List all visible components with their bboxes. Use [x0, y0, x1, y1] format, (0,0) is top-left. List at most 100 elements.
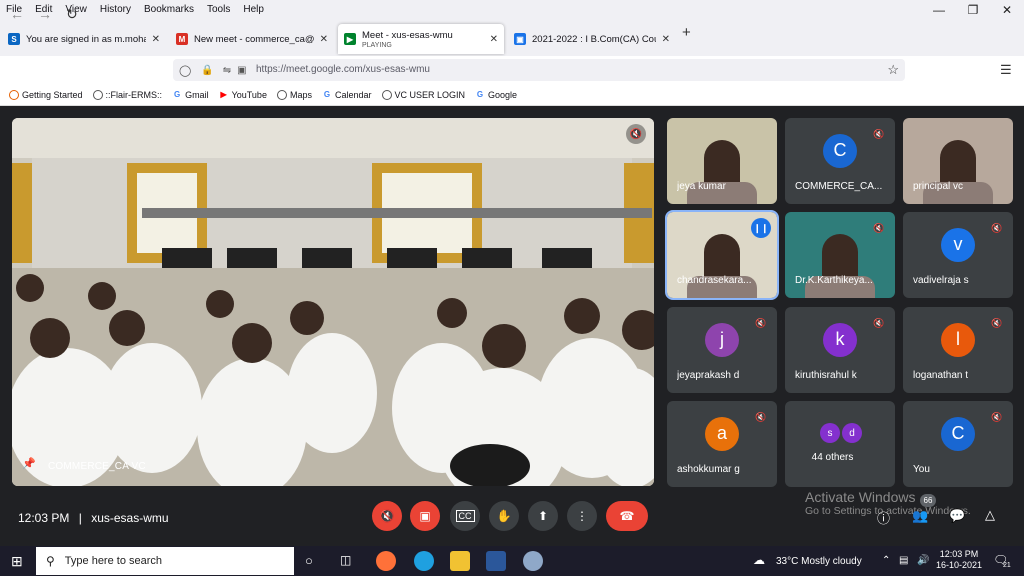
- participant-tile[interactable]: principal vc: [903, 118, 1013, 204]
- participant-tile[interactable]: l 🔇 loganathan t: [903, 307, 1013, 393]
- tab-signed-in[interactable]: S You are signed in as m.mohan ✕: [2, 24, 166, 54]
- forward-icon[interactable]: →: [38, 6, 52, 22]
- new-tab-icon[interactable]: +: [682, 24, 691, 41]
- mic-off-icon: 🔇: [379, 509, 395, 523]
- participant-tile[interactable]: jeya kumar: [667, 118, 777, 204]
- participant-tile[interactable]: a 🔇 ashokkumar g: [667, 401, 777, 487]
- tab-close-icon[interactable]: ✕: [662, 34, 670, 45]
- bookmark-favicon-icon: G: [323, 90, 331, 99]
- meeting-time: 12:03 PM: [18, 511, 70, 525]
- bookmark-label: Getting Started: [22, 89, 83, 100]
- bookmark-star-icon[interactable]: ☆: [887, 62, 899, 78]
- paint-icon[interactable]: [523, 551, 543, 571]
- tab-close-icon[interactable]: ✕: [490, 34, 498, 45]
- restore-icon[interactable]: ❐: [956, 0, 990, 20]
- firefox-icon[interactable]: [376, 551, 396, 571]
- captions-button[interactable]: CC: [450, 501, 480, 531]
- participant-tile[interactable]: 🔇 Dr.K.Karthikeya...: [785, 212, 895, 298]
- participant-tile[interactable]: v 🔇 vadivelraja s: [903, 212, 1013, 298]
- bookmark-gmail[interactable]: G Gmail: [172, 90, 209, 100]
- clock[interactable]: 12:03 PM 16-10-2021: [936, 549, 982, 571]
- mic-off-icon: 🔇: [873, 222, 885, 233]
- participant-tile[interactable]: k 🔇 kiruthisrahul k: [785, 307, 895, 393]
- bookmarks-bar: Getting Started::Flair-ERMS:: G Gmail ▶ YouT…: [0, 84, 1024, 106]
- minimize-icon[interactable]: —: [922, 0, 956, 20]
- bookmark-favicon-icon: [381, 89, 392, 100]
- people-icon[interactable]: 👥: [912, 508, 928, 524]
- tab-new-meet[interactable]: M New meet - commerce_ca@viv ✕: [170, 24, 334, 54]
- participant-name: 44 others: [811, 452, 854, 463]
- menu-help[interactable]: Help: [243, 4, 264, 15]
- menu-tools[interactable]: Tools: [207, 4, 230, 15]
- menu-bar: File Edit View History Bookmarks Tools Help: [0, 0, 1024, 18]
- leave-call-button[interactable]: ☎: [606, 501, 648, 531]
- participant-tile[interactable]: ❙❙ chandrasekara...: [665, 210, 779, 300]
- meet-icon: ▶: [344, 33, 356, 45]
- present-button[interactable]: ⬆: [528, 501, 558, 531]
- menu-bookmarks[interactable]: Bookmarks: [144, 4, 194, 15]
- bookmark-vc-user-login[interactable]: VC USER LOGIN: [381, 89, 465, 100]
- participant-tile[interactable]: C 🔇 You: [903, 401, 1013, 487]
- activities-icon[interactable]: △: [985, 507, 995, 523]
- participant-name: vadivelraja s: [913, 275, 969, 286]
- task-view-icon[interactable]: ◫: [340, 553, 351, 567]
- url-text: https://meet.google.com/xus-esas-wmu: [256, 64, 430, 75]
- menu-history[interactable]: History: [100, 4, 131, 15]
- mic-toggle-button[interactable]: 🔇: [372, 501, 402, 531]
- windows-start-icon[interactable]: ⊞: [11, 553, 23, 570]
- main-video-tile[interactable]: 🔇 📌 COMMERCE_CA VC: [12, 118, 654, 486]
- tab-close-icon[interactable]: ✕: [152, 34, 160, 45]
- participant-tile[interactable]: s d 44 others: [785, 401, 895, 487]
- raise-hand-button[interactable]: ✋: [489, 501, 519, 531]
- taskbar-search[interactable]: ⚲ Type here to search: [36, 547, 294, 575]
- menu-hamburger-icon[interactable]: ☰: [1000, 62, 1012, 78]
- bookmark-getting-started[interactable]: Getting Started: [9, 89, 83, 100]
- reload-icon[interactable]: ↻: [66, 6, 78, 23]
- participant-name: ashokkumar g: [677, 464, 740, 475]
- meeting-details-icon[interactable]: ⓘ: [877, 508, 890, 527]
- bookmark-youtube[interactable]: ▶ YouTube: [219, 90, 267, 100]
- shield-icon: ◯: [179, 64, 192, 77]
- word-icon[interactable]: [486, 551, 506, 571]
- bookmark-label: Google: [488, 89, 518, 100]
- clock-time: 12:03 PM: [939, 549, 979, 559]
- bookmark-flair-erms[interactable]: ::Flair-ERMS::: [92, 89, 162, 100]
- participant-name: chandrasekara...: [677, 275, 752, 286]
- camera-permission-icon[interactable]: ▣: [237, 65, 246, 76]
- pin-icon[interactable]: 📌: [22, 457, 36, 470]
- participant-tile[interactable]: C 🔇 COMMERCE_CA...: [785, 118, 895, 204]
- meeting-separator: |: [78, 511, 82, 525]
- close-icon[interactable]: ✕: [990, 0, 1024, 20]
- bookmark-maps[interactable]: Maps: [276, 89, 312, 100]
- edge-icon[interactable]: [414, 551, 434, 571]
- camera-off-icon: ▣: [419, 509, 431, 523]
- tab-label: New meet - commerce_ca@viv: [194, 33, 314, 45]
- tab-label-group: Meet - xus-esas-wmu PLAYING: [362, 30, 484, 49]
- hand-icon: ✋: [496, 509, 512, 523]
- file-explorer-icon[interactable]: [450, 551, 470, 571]
- bookmark-google[interactable]: G Google: [475, 90, 517, 100]
- camera-toggle-button[interactable]: ▣: [410, 501, 440, 531]
- tab-close-icon[interactable]: ✕: [320, 34, 328, 45]
- participant-tile[interactable]: j 🔇 jeyaprakash d: [667, 307, 777, 393]
- mic-off-icon: 🔇: [991, 317, 1003, 328]
- chat-icon[interactable]: 💬: [949, 508, 965, 524]
- weather-text[interactable]: 33°C Mostly cloudy: [776, 556, 862, 567]
- tab-label: Meet - xus-esas-wmu: [362, 29, 453, 41]
- bookmark-favicon-icon: G: [476, 90, 484, 99]
- show-hidden-icons-icon[interactable]: ⌃: [882, 555, 890, 566]
- participant-avatar: C: [941, 416, 975, 451]
- mic-off-icon: 🔇: [626, 124, 646, 144]
- captions-icon: CC: [455, 510, 475, 522]
- cortana-icon[interactable]: ○: [305, 553, 313, 568]
- volume-icon[interactable]: 🔊: [917, 555, 929, 566]
- bookmark-calendar[interactable]: G Calendar: [322, 90, 372, 100]
- others-avatar: s: [820, 423, 840, 443]
- more-options-button[interactable]: ⋮: [567, 501, 597, 531]
- tab-course[interactable]: ▣ 2021-2022 : I B.Com(CA) Course ✕: [508, 24, 676, 54]
- back-icon[interactable]: ←: [10, 6, 24, 22]
- tab-meet-active[interactable]: ▶ Meet - xus-esas-wmu PLAYING ✕: [338, 24, 504, 54]
- network-icon[interactable]: ▤: [899, 555, 908, 566]
- bookmark-label: Gmail: [185, 89, 209, 100]
- permissions-icon[interactable]: ⇋: [223, 65, 231, 76]
